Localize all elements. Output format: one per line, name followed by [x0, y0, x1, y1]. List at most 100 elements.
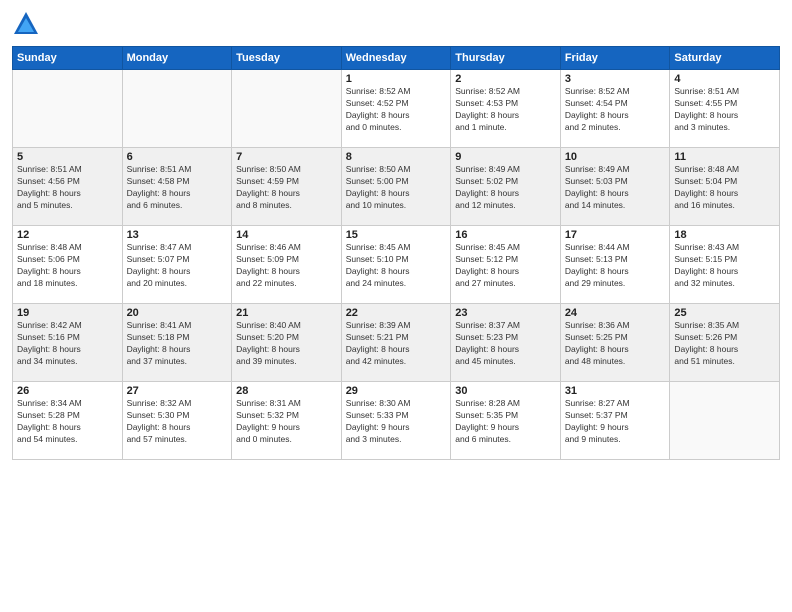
- day-number: 15: [346, 229, 447, 241]
- col-header-sunday: Sunday: [13, 47, 123, 70]
- day-number: 3: [565, 73, 666, 85]
- day-info: Sunrise: 8:37 AMSunset: 5:23 PMDaylight:…: [455, 320, 556, 368]
- day-info: Sunrise: 8:52 AMSunset: 4:54 PMDaylight:…: [565, 86, 666, 134]
- calendar-cell: 31Sunrise: 8:27 AMSunset: 5:37 PMDayligh…: [560, 382, 670, 460]
- logo-icon: [12, 10, 40, 38]
- calendar-cell: 5Sunrise: 8:51 AMSunset: 4:56 PMDaylight…: [13, 148, 123, 226]
- day-info: Sunrise: 8:46 AMSunset: 5:09 PMDaylight:…: [236, 242, 337, 290]
- calendar-header-row: SundayMondayTuesdayWednesdayThursdayFrid…: [13, 47, 780, 70]
- day-info: Sunrise: 8:52 AMSunset: 4:52 PMDaylight:…: [346, 86, 447, 134]
- col-header-monday: Monday: [122, 47, 232, 70]
- day-info: Sunrise: 8:50 AMSunset: 5:00 PMDaylight:…: [346, 164, 447, 212]
- day-number: 14: [236, 229, 337, 241]
- day-number: 17: [565, 229, 666, 241]
- calendar-week-3: 12Sunrise: 8:48 AMSunset: 5:06 PMDayligh…: [13, 226, 780, 304]
- calendar-week-4: 19Sunrise: 8:42 AMSunset: 5:16 PMDayligh…: [13, 304, 780, 382]
- calendar-cell: 14Sunrise: 8:46 AMSunset: 5:09 PMDayligh…: [232, 226, 342, 304]
- calendar-cell: 9Sunrise: 8:49 AMSunset: 5:02 PMDaylight…: [451, 148, 561, 226]
- calendar-cell: [232, 70, 342, 148]
- day-number: 22: [346, 307, 447, 319]
- day-number: 28: [236, 385, 337, 397]
- day-info: Sunrise: 8:44 AMSunset: 5:13 PMDaylight:…: [565, 242, 666, 290]
- calendar-cell: 23Sunrise: 8:37 AMSunset: 5:23 PMDayligh…: [451, 304, 561, 382]
- day-number: 5: [17, 151, 118, 163]
- calendar-cell: 27Sunrise: 8:32 AMSunset: 5:30 PMDayligh…: [122, 382, 232, 460]
- day-info: Sunrise: 8:45 AMSunset: 5:12 PMDaylight:…: [455, 242, 556, 290]
- header: [12, 10, 780, 38]
- day-number: 23: [455, 307, 556, 319]
- day-info: Sunrise: 8:45 AMSunset: 5:10 PMDaylight:…: [346, 242, 447, 290]
- calendar-cell: [122, 70, 232, 148]
- day-info: Sunrise: 8:49 AMSunset: 5:02 PMDaylight:…: [455, 164, 556, 212]
- calendar-cell: 16Sunrise: 8:45 AMSunset: 5:12 PMDayligh…: [451, 226, 561, 304]
- day-number: 7: [236, 151, 337, 163]
- day-number: 10: [565, 151, 666, 163]
- calendar-cell: 25Sunrise: 8:35 AMSunset: 5:26 PMDayligh…: [670, 304, 780, 382]
- calendar-table: SundayMondayTuesdayWednesdayThursdayFrid…: [12, 46, 780, 460]
- day-info: Sunrise: 8:31 AMSunset: 5:32 PMDaylight:…: [236, 398, 337, 446]
- day-number: 2: [455, 73, 556, 85]
- day-number: 11: [674, 151, 775, 163]
- day-number: 16: [455, 229, 556, 241]
- calendar-cell: 6Sunrise: 8:51 AMSunset: 4:58 PMDaylight…: [122, 148, 232, 226]
- calendar-cell: 26Sunrise: 8:34 AMSunset: 5:28 PMDayligh…: [13, 382, 123, 460]
- calendar-cell: [670, 382, 780, 460]
- day-info: Sunrise: 8:51 AMSunset: 4:58 PMDaylight:…: [127, 164, 228, 212]
- calendar-cell: 29Sunrise: 8:30 AMSunset: 5:33 PMDayligh…: [341, 382, 451, 460]
- day-number: 31: [565, 385, 666, 397]
- day-number: 24: [565, 307, 666, 319]
- day-number: 12: [17, 229, 118, 241]
- calendar-week-5: 26Sunrise: 8:34 AMSunset: 5:28 PMDayligh…: [13, 382, 780, 460]
- calendar-cell: 15Sunrise: 8:45 AMSunset: 5:10 PMDayligh…: [341, 226, 451, 304]
- calendar-cell: 19Sunrise: 8:42 AMSunset: 5:16 PMDayligh…: [13, 304, 123, 382]
- page: SundayMondayTuesdayWednesdayThursdayFrid…: [0, 0, 792, 612]
- calendar-cell: 8Sunrise: 8:50 AMSunset: 5:00 PMDaylight…: [341, 148, 451, 226]
- day-info: Sunrise: 8:34 AMSunset: 5:28 PMDaylight:…: [17, 398, 118, 446]
- calendar-cell: 1Sunrise: 8:52 AMSunset: 4:52 PMDaylight…: [341, 70, 451, 148]
- day-info: Sunrise: 8:47 AMSunset: 5:07 PMDaylight:…: [127, 242, 228, 290]
- calendar-cell: 22Sunrise: 8:39 AMSunset: 5:21 PMDayligh…: [341, 304, 451, 382]
- day-info: Sunrise: 8:36 AMSunset: 5:25 PMDaylight:…: [565, 320, 666, 368]
- day-info: Sunrise: 8:51 AMSunset: 4:56 PMDaylight:…: [17, 164, 118, 212]
- calendar-cell: 17Sunrise: 8:44 AMSunset: 5:13 PMDayligh…: [560, 226, 670, 304]
- logo: [12, 10, 44, 38]
- day-info: Sunrise: 8:41 AMSunset: 5:18 PMDaylight:…: [127, 320, 228, 368]
- calendar-cell: 30Sunrise: 8:28 AMSunset: 5:35 PMDayligh…: [451, 382, 561, 460]
- day-info: Sunrise: 8:32 AMSunset: 5:30 PMDaylight:…: [127, 398, 228, 446]
- calendar-cell: 24Sunrise: 8:36 AMSunset: 5:25 PMDayligh…: [560, 304, 670, 382]
- day-number: 27: [127, 385, 228, 397]
- calendar-week-1: 1Sunrise: 8:52 AMSunset: 4:52 PMDaylight…: [13, 70, 780, 148]
- col-header-tuesday: Tuesday: [232, 47, 342, 70]
- day-info: Sunrise: 8:35 AMSunset: 5:26 PMDaylight:…: [674, 320, 775, 368]
- day-number: 21: [236, 307, 337, 319]
- day-info: Sunrise: 8:50 AMSunset: 4:59 PMDaylight:…: [236, 164, 337, 212]
- calendar-cell: 20Sunrise: 8:41 AMSunset: 5:18 PMDayligh…: [122, 304, 232, 382]
- day-number: 4: [674, 73, 775, 85]
- day-info: Sunrise: 8:30 AMSunset: 5:33 PMDaylight:…: [346, 398, 447, 446]
- calendar-cell: 28Sunrise: 8:31 AMSunset: 5:32 PMDayligh…: [232, 382, 342, 460]
- day-number: 20: [127, 307, 228, 319]
- day-info: Sunrise: 8:48 AMSunset: 5:06 PMDaylight:…: [17, 242, 118, 290]
- day-number: 30: [455, 385, 556, 397]
- col-header-saturday: Saturday: [670, 47, 780, 70]
- day-number: 25: [674, 307, 775, 319]
- day-info: Sunrise: 8:49 AMSunset: 5:03 PMDaylight:…: [565, 164, 666, 212]
- col-header-thursday: Thursday: [451, 47, 561, 70]
- day-info: Sunrise: 8:40 AMSunset: 5:20 PMDaylight:…: [236, 320, 337, 368]
- col-header-wednesday: Wednesday: [341, 47, 451, 70]
- calendar-cell: [13, 70, 123, 148]
- day-number: 8: [346, 151, 447, 163]
- day-info: Sunrise: 8:43 AMSunset: 5:15 PMDaylight:…: [674, 242, 775, 290]
- day-number: 29: [346, 385, 447, 397]
- calendar-cell: 2Sunrise: 8:52 AMSunset: 4:53 PMDaylight…: [451, 70, 561, 148]
- calendar-cell: 13Sunrise: 8:47 AMSunset: 5:07 PMDayligh…: [122, 226, 232, 304]
- calendar-cell: 18Sunrise: 8:43 AMSunset: 5:15 PMDayligh…: [670, 226, 780, 304]
- day-number: 19: [17, 307, 118, 319]
- day-number: 9: [455, 151, 556, 163]
- calendar-cell: 7Sunrise: 8:50 AMSunset: 4:59 PMDaylight…: [232, 148, 342, 226]
- day-number: 18: [674, 229, 775, 241]
- calendar-cell: 3Sunrise: 8:52 AMSunset: 4:54 PMDaylight…: [560, 70, 670, 148]
- calendar-cell: 4Sunrise: 8:51 AMSunset: 4:55 PMDaylight…: [670, 70, 780, 148]
- calendar-cell: 11Sunrise: 8:48 AMSunset: 5:04 PMDayligh…: [670, 148, 780, 226]
- day-number: 26: [17, 385, 118, 397]
